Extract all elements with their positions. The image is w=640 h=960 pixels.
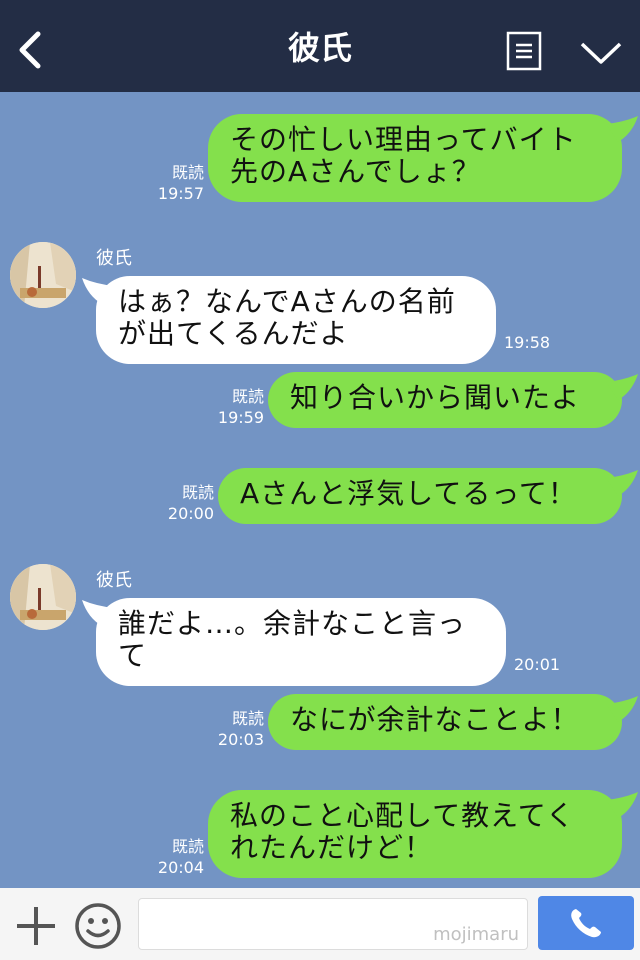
bubble-tail [606,696,638,722]
message-meta: 既読 19:59 [212,386,264,428]
emoji-icon[interactable] [74,902,122,950]
bubble-tail [606,374,638,400]
message-text: その忙しい理由ってバイト 先のAさんでしょ？ [230,123,577,188]
message-bubble-outgoing[interactable]: なにが余計なことよ！ [268,694,622,750]
message-bubble-outgoing[interactable]: その忙しい理由ってバイト 先のAさんでしょ？ [208,114,622,202]
chat-area[interactable]: 既読 19:57 その忙しい理由ってバイト 先のAさんでしょ？ 彼氏 はぁ？なん… [0,92,640,888]
avatar-photo [10,564,76,630]
chevron-down-icon[interactable] [580,38,622,66]
message-time: 20:00 [167,504,214,523]
message-text: 誰だよ…。余計なこと言っ て [118,607,467,672]
message-text: はぁ？なんでAさんの名前 が出てくるんだよ [118,285,456,350]
message-time: 20:03 [217,730,264,749]
message-text: Aさんと浮気してるって！ [240,477,577,510]
message-bubble-outgoing[interactable]: 知り合いから聞いたよ [268,372,622,428]
watermark: mojimaru [433,924,519,945]
message-bubble-outgoing[interactable]: Aさんと浮気してるって！ [218,468,622,524]
message-meta: 既読 19:57 [152,162,204,204]
bubble-tail [606,116,638,142]
menu-list-icon[interactable] [506,31,542,71]
phone-icon [571,909,601,938]
message-meta: 既読 20:00 [160,482,214,524]
message-text: 私のこと心配して教えてく れたんだけど！ [230,799,575,864]
bubble-tail [606,792,638,818]
avatar[interactable] [10,564,76,630]
message-time: 19:57 [157,184,204,203]
read-receipt: 既読 [171,163,204,182]
message-time: 20:04 [157,858,204,877]
message-text: なにが余計なことよ！ [290,703,580,736]
input-bar: mojimaru [0,888,640,960]
chat-header: 彼氏 [0,0,640,92]
message-input[interactable]: mojimaru [138,898,528,950]
read-receipt: 既読 [231,387,264,406]
message-meta: 20:01 [514,654,574,675]
sender-name: 彼氏 [96,570,132,591]
message-time: 19:59 [217,408,264,427]
sender-name: 彼氏 [96,248,132,269]
read-receipt: 既読 [181,483,214,502]
plus-icon[interactable] [14,904,58,948]
message-meta: 19:58 [504,332,564,353]
message-time: 19:58 [504,333,551,352]
message-meta: 既読 20:04 [152,836,204,878]
message-time: 20:01 [514,655,561,674]
avatar[interactable] [10,242,76,308]
read-receipt: 既読 [231,709,264,728]
read-receipt: 既読 [171,837,204,856]
call-button[interactable] [538,896,634,950]
message-text: 知り合いから聞いたよ [290,381,581,414]
message-meta: 既読 20:03 [212,708,264,750]
bubble-tail [606,470,638,496]
avatar-photo [10,242,76,308]
message-bubble-outgoing[interactable]: 私のこと心配して教えてく れたんだけど！ [208,790,622,878]
message-bubble-incoming[interactable]: はぁ？なんでAさんの名前 が出てくるんだよ [96,276,496,364]
message-bubble-incoming[interactable]: 誰だよ…。余計なこと言っ て [96,598,506,686]
chat-title: 彼氏 [287,29,352,67]
